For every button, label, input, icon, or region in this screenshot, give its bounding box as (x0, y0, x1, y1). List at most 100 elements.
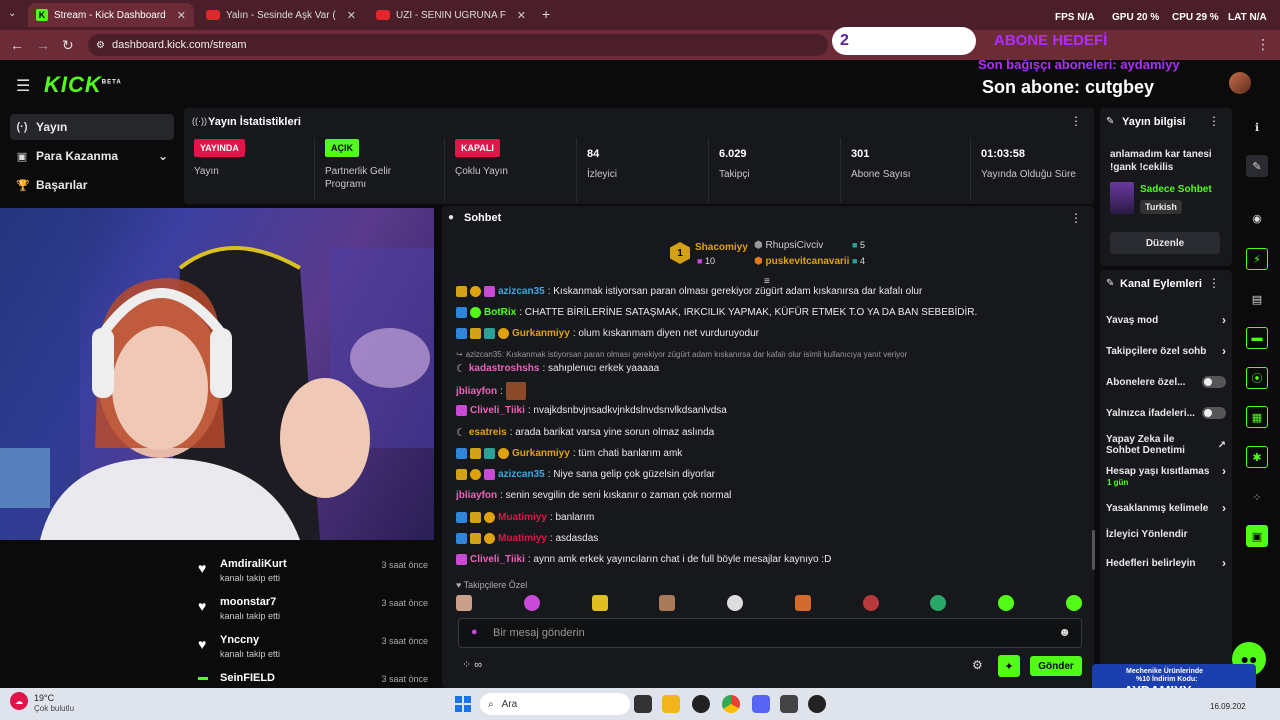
emote-icon[interactable] (727, 595, 744, 611)
gear-icon[interactable]: ⚙ (972, 658, 983, 672)
emote-icon[interactable] (523, 595, 540, 611)
avatar[interactable] (1229, 72, 1251, 94)
tab-title: Stream - Kick Dashboard (54, 9, 166, 21)
action-emotes-only[interactable]: Yalnızca ifadeleri... (1106, 407, 1226, 419)
leader-name[interactable]: ⬢ RhupsiCivciv (754, 240, 823, 251)
emote-icon[interactable] (591, 595, 608, 611)
emote-icon[interactable] (998, 595, 1015, 611)
weather-icon[interactable]: ☁ (10, 692, 28, 710)
action-host[interactable]: İzleyici Yönlendir (1106, 529, 1226, 540)
webcam-scene (0, 208, 434, 540)
app-icon[interactable]: ▣ (1246, 525, 1268, 547)
chat-input[interactable]: ● Bir mesaj gönderin ☻ (458, 618, 1082, 648)
heart-icon: ♥ (198, 598, 207, 614)
list-item: ♥ moonstar7 kanalı takip etti 3 saat önc… (198, 596, 428, 621)
category-link[interactable]: Sadece Sohbet (1140, 184, 1212, 195)
sidebar-item-para-kazanma[interactable]: ▣ Para Kazanma ⌄ (10, 143, 174, 169)
tab-youtube-uzi[interactable]: UZI - SENIN UGRUNA FT MAVI - Y ✕ (368, 3, 534, 27)
discord-icon[interactable] (752, 695, 770, 713)
chat-bubble-icon[interactable]: ▬ (1246, 327, 1268, 349)
close-tab-icon[interactable]: ✕ (517, 9, 526, 22)
edit-button[interactable]: Düzenle (1110, 232, 1220, 254)
chat-scrollbar[interactable] (1092, 530, 1095, 570)
app-icon[interactable] (780, 695, 798, 713)
document-icon[interactable]: ▤ (1246, 288, 1268, 310)
panel-menu-icon[interactable]: ⋮ (1070, 114, 1082, 128)
tab-list-button[interactable]: ⌄ (8, 8, 16, 19)
app-icon[interactable] (808, 695, 826, 713)
action-subscribers-only[interactable]: Abonelere özel... (1106, 376, 1226, 388)
panel-title: Kanal Eylemleri (1120, 278, 1202, 290)
last-subscriber-text: Son abone: cutgbey (982, 77, 1155, 97)
panel-menu-icon[interactable]: ⋮ (1070, 211, 1082, 225)
action-account-age[interactable]: Hesap yaşı kısıtlamas › (1106, 464, 1226, 478)
url-field[interactable]: ⚙ dashboard.kick.com/stream (88, 34, 828, 56)
menu-icon[interactable]: ☰ (16, 76, 30, 96)
reload-icon[interactable]: ↻ (62, 37, 74, 54)
tab-youtube-yalin[interactable]: Yalın - Sesinde Aşk Var ( Mahs ✕ (198, 3, 364, 27)
category-thumbnail[interactable] (1110, 182, 1134, 214)
camera-icon[interactable]: ◉ (1246, 207, 1268, 229)
info-icon[interactable]: ℹ (1246, 116, 1268, 138)
emote-icon[interactable] (862, 595, 879, 611)
crown-badge-icon (456, 469, 467, 480)
chevron-right-icon: › (1222, 464, 1226, 478)
leader-name[interactable]: Shacomiyy (695, 242, 748, 253)
layout-icon[interactable]: ▦ (1246, 406, 1268, 428)
action-slow-mode[interactable]: Yavaş mod › (1106, 313, 1226, 327)
emote-icon[interactable] (930, 595, 947, 611)
stat-live: YAYINDA Yayın (184, 138, 314, 202)
sub-badge-icon (498, 448, 509, 459)
forward-icon[interactable]: → (36, 37, 50, 53)
toggle-switch[interactable] (1202, 407, 1226, 419)
action-banned-words[interactable]: Yasaklanmış kelimele › (1106, 501, 1226, 515)
action-followers-chat[interactable]: Takipçilere özel sohb › (1106, 344, 1226, 358)
file-explorer-icon[interactable] (662, 695, 680, 713)
lat-stat: LAT N/A (1228, 12, 1267, 23)
close-tab-icon[interactable]: ✕ (177, 9, 186, 22)
reply-icon: ↪ (456, 350, 463, 359)
mic-icon[interactable]: ● (471, 626, 478, 638)
gift-badge-icon (484, 286, 495, 297)
leader-name[interactable]: ⬢ puskevitcanavarii (754, 256, 849, 267)
browser-menu-icon[interactable]: ⋮ (1256, 36, 1270, 53)
points-icon[interactable]: ⁘ ∞ (462, 658, 482, 671)
action-ai-moderation[interactable]: Yapay Zeka ile Sohbet Denetimi ↗ (1106, 434, 1226, 456)
wrench-icon[interactable]: ✱ (1246, 446, 1268, 468)
task-view-icon[interactable] (634, 695, 652, 713)
emoji-icon[interactable]: ☻ (1058, 625, 1071, 639)
chat-message: Muatimiyy: banlarım (456, 512, 594, 523)
obs-icon[interactable] (692, 695, 710, 713)
bot-icon[interactable]: ✦ (998, 655, 1020, 677)
taskbar-search[interactable]: ⌕ Ara (480, 693, 630, 715)
action-goals[interactable]: Hedefleri belirleyin › (1106, 556, 1226, 570)
broadcast-icon[interactable]: ⦿ (1246, 367, 1268, 389)
windows-start-icon[interactable] (455, 696, 471, 712)
send-button[interactable]: Gönder (1030, 656, 1082, 676)
points-icon[interactable]: ⁘ (1246, 486, 1268, 508)
emote-icon[interactable] (659, 595, 676, 611)
stat-uptime: 01:03:58 Yayında Olduğu Süre (970, 138, 1094, 202)
sidebar-item-yayin[interactable]: (·) Yayın (10, 114, 174, 140)
edit-icon[interactable]: ✎ (1246, 155, 1268, 177)
chrome-icon[interactable] (722, 695, 740, 713)
site-info-icon[interactable]: ⚙ (96, 40, 105, 51)
tab-kick-dashboard[interactable]: K Stream - Kick Dashboard ✕ (28, 3, 194, 27)
emote-icon[interactable] (794, 595, 811, 611)
moderator-badge-icon (456, 533, 467, 544)
moderator-badge-icon (456, 328, 467, 339)
lightning-icon[interactable]: ⚡ (1246, 248, 1268, 270)
sidebar-item-basarilar[interactable]: 🏆 Başarılar (10, 172, 174, 198)
trophy-icon: 🏆 (16, 179, 30, 192)
emote-icon[interactable] (1065, 595, 1082, 611)
panel-menu-icon[interactable]: ⋮ (1208, 114, 1220, 128)
toggle-switch[interactable] (1202, 376, 1226, 388)
kick-logo[interactable]: KICKBETA (44, 72, 122, 98)
stream-stats-panel: ((·)) Yayın İstatistikleri ⋮ YAYINDA Yay… (184, 108, 1094, 204)
back-icon[interactable]: ← (10, 37, 24, 53)
close-tab-icon[interactable]: ✕ (347, 9, 356, 22)
emote-icon[interactable] (456, 595, 472, 611)
sub-badge-icon (498, 328, 509, 339)
panel-menu-icon[interactable]: ⋮ (1208, 276, 1220, 290)
new-tab-button[interactable]: + (542, 6, 550, 22)
